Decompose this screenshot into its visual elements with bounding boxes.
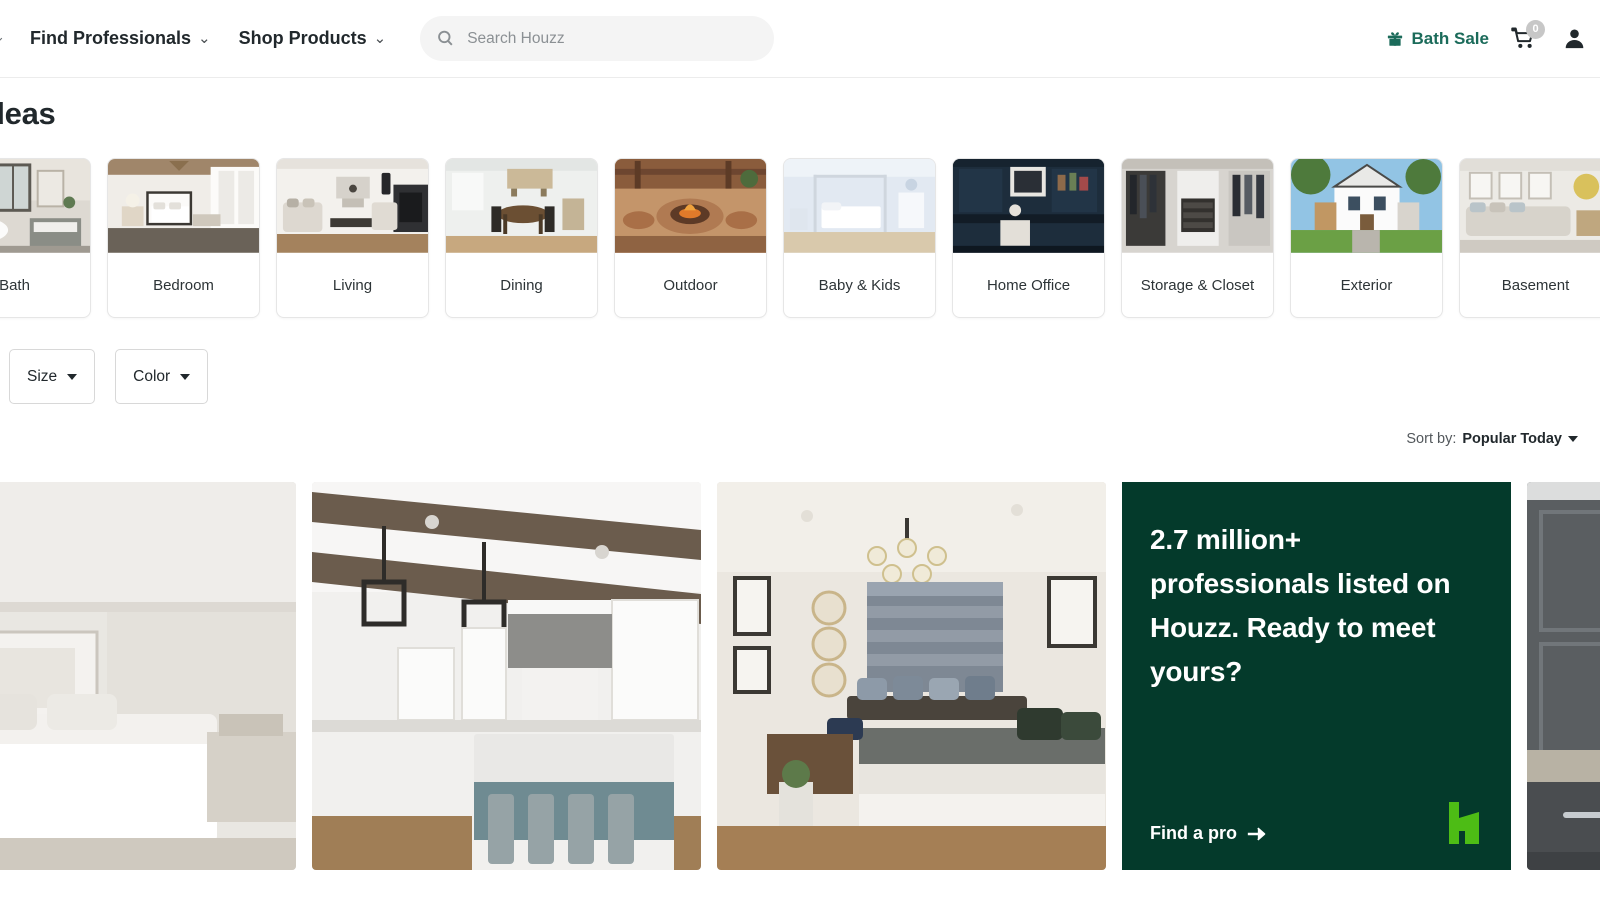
category-thumbnail [0,159,90,254]
cart-button[interactable]: 0 [1511,19,1545,53]
find-a-pro-button[interactable]: Find a pro [1150,823,1267,844]
filter-color-label: Color [133,367,171,385]
category-card-baby-and-kids[interactable]: Baby & Kids [783,158,936,318]
category-thumbnail [1460,159,1600,254]
sort-dropdown[interactable]: Sort by: Popular Today [1406,431,1578,447]
category-label: Basement [1501,277,1570,294]
filter-bar: Size Color [9,349,209,404]
promo-card[interactable]: 2.7 million+ professionals listed on Hou… [1122,482,1511,870]
arrow-right-icon [1247,827,1266,840]
category-card-exterior[interactable]: Exterior [1290,158,1443,318]
category-label: Bedroom [153,277,214,294]
category-card-bath[interactable]: Bath [0,158,91,318]
category-card-basement[interactable]: Basement [1459,158,1600,318]
photo-tile[interactable] [312,482,701,870]
cart-count-badge: 0 [1526,19,1545,39]
category-label: Outdoor [663,277,718,294]
photo-tile[interactable] [717,482,1106,870]
sort-label: Sort by: [1406,431,1457,447]
category-thumbnail [446,159,597,254]
caret-down-icon [1568,436,1578,442]
chevron-down-icon: ⌄ [373,29,387,47]
category-thumbnail [1122,159,1273,254]
promo-footer: Find a pro [1150,802,1483,844]
search-input[interactable] [467,29,759,48]
category-thumbnail [1291,159,1442,254]
category-thumbnail [615,159,766,254]
nav-find-professionals-label: Find Professionals [30,28,192,48]
bath-sale-link[interactable]: Bath Sale [1386,29,1489,49]
category-card-home-office[interactable]: Home Office [952,158,1105,318]
category-label: Exterior [1340,277,1393,294]
search-bar[interactable] [420,16,775,61]
search-icon [438,30,453,46]
category-card-outdoor[interactable]: Outdoor [614,158,767,318]
category-card-storage-and-closet[interactable]: Storage & Closet [1121,158,1274,318]
nav-shop-products[interactable]: Shop Products ⌄ [239,28,387,49]
bath-sale-label: Bath Sale [1411,28,1489,48]
category-label: Baby & Kids [818,277,901,294]
header-actions: Bath Sale 0 [1386,19,1586,53]
category-card-bedroom[interactable]: Bedroom [107,158,260,318]
filter-size-dropdown[interactable]: Size [9,349,96,404]
photo-tile[interactable] [1527,482,1600,870]
site-header: ⌄ Find Professionals ⌄ Shop Products ⌄ B… [0,0,1600,78]
houzz-logo-icon [1449,802,1479,844]
promo-headline: 2.7 million+ professionals listed on Hou… [1150,524,1451,687]
category-thumbnail [784,159,935,254]
chevron-down-icon-cutoff[interactable]: ⌄ [0,30,8,44]
photo-grid: 2.7 million+ professionals listed on Hou… [0,482,1600,870]
page-title: deas [0,96,56,131]
caret-down-icon [180,373,191,380]
category-label: Living [332,277,373,294]
gift-icon [1387,31,1402,46]
category-thumbnail [277,159,428,254]
category-thumbnail [108,159,259,254]
chevron-down-icon: ⌄ [198,29,211,47]
nav-shop-products-label: Shop Products [238,28,367,48]
category-label: Bath [0,277,30,294]
caret-down-icon [67,373,78,380]
sort-value: Popular Today [1462,431,1562,447]
category-thumbnail [953,159,1104,254]
filter-color-dropdown[interactable]: Color [115,349,209,404]
category-card-living[interactable]: Living [276,158,429,318]
user-avatar-icon[interactable] [1563,27,1586,50]
category-label: Home Office [986,277,1071,294]
category-card-dining[interactable]: Dining [445,158,598,318]
photo-tile[interactable] [0,482,296,870]
category-label: Dining [500,277,543,294]
filter-size-label: Size [27,367,58,385]
find-a-pro-label: Find a pro [1150,823,1237,843]
category-carousel: Bath Bedroom Living Dining Outdoor Baby … [0,158,1600,318]
category-label: Storage & Closet [1140,277,1255,294]
nav-find-professionals[interactable]: Find Professionals ⌄ [30,28,211,49]
